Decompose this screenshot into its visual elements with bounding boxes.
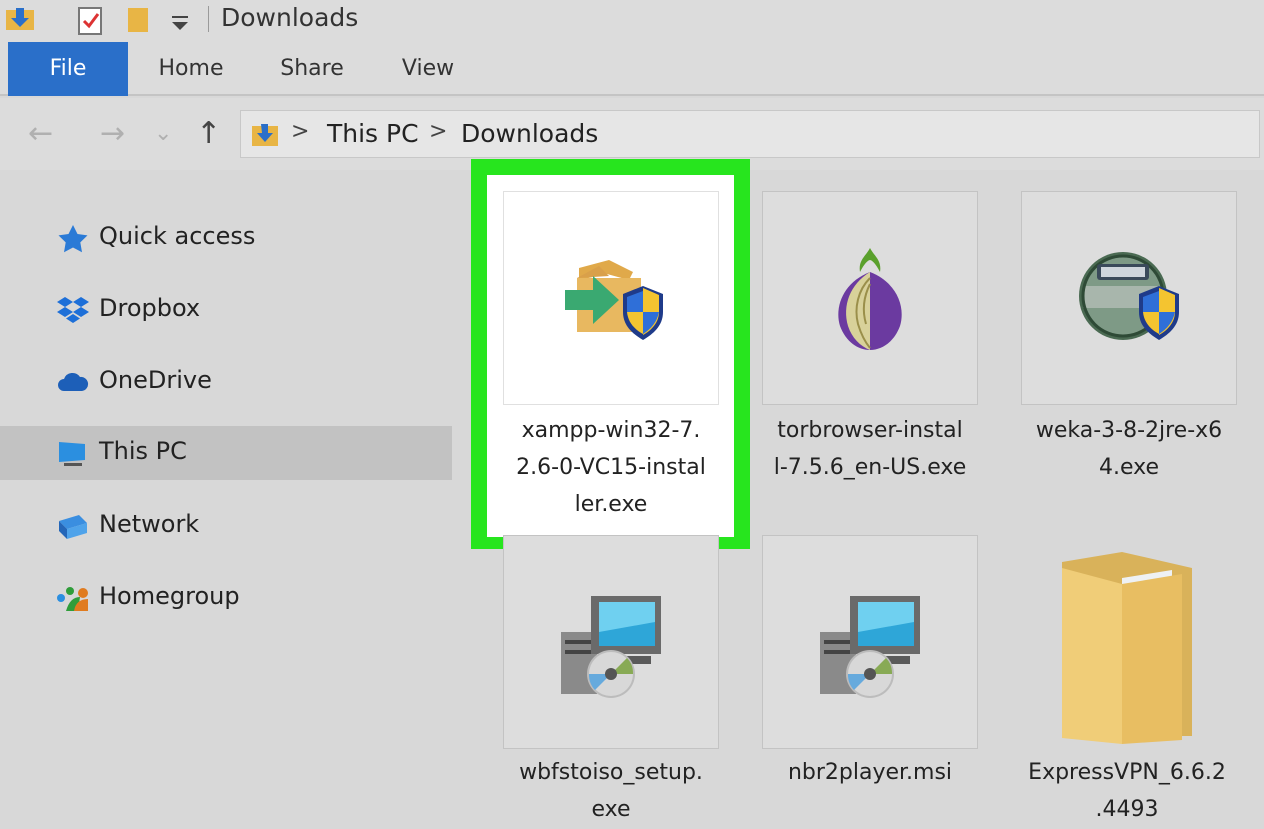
sidebar-item-network[interactable]: Network: [0, 499, 452, 553]
title-bar: Downloads: [0, 0, 1264, 42]
sidebar-item-dropbox[interactable]: Dropbox: [0, 283, 452, 337]
tab-home[interactable]: Home: [148, 42, 234, 96]
file-tile-xampp[interactable]: [503, 191, 719, 405]
file-name-line: nbr2player.msi: [787, 760, 953, 785]
setup-computer-disc-icon: [820, 596, 920, 698]
file-name-line: wbfstoiso_setup.: [519, 760, 703, 785]
homegroup-icon: [57, 587, 88, 611]
star-icon: [58, 225, 88, 253]
file-name-line: 2.6-0-VC15-instal: [516, 455, 706, 480]
ribbon: File Home Share View: [0, 42, 1264, 96]
nsis-installer-shield-icon: [1079, 252, 1179, 340]
sidebar-item-label: Homegroup: [99, 582, 240, 610]
breadcrumb-separator: >: [429, 119, 448, 144]
file-tile-nbr2player[interactable]: [762, 535, 978, 749]
sidebar-item-label: Network: [99, 510, 200, 538]
tab-view[interactable]: View: [392, 42, 464, 96]
properties-check-icon[interactable]: [74, 4, 108, 36]
file-name-wbfstoiso[interactable]: wbfstoiso_setup. exe: [501, 754, 721, 828]
file-name-nbr2player[interactable]: nbr2player.msi: [760, 754, 980, 791]
file-name-weka[interactable]: weka-3-8-2jre-x6 4.exe: [1019, 412, 1239, 486]
sidebar-item-quick-access[interactable]: Quick access: [0, 211, 452, 265]
address-bar[interactable]: > This PC > Downloads: [240, 110, 1260, 158]
folder-icon[interactable]: [1052, 548, 1202, 744]
network-icon: [59, 515, 87, 539]
recent-locations-button[interactable]: ⌄: [154, 114, 172, 154]
sidebar-item-this-pc[interactable]: This PC: [0, 426, 452, 480]
tab-file[interactable]: File: [8, 42, 128, 96]
tab-share[interactable]: Share: [272, 42, 352, 96]
file-name-xampp[interactable]: xampp-win32-7. 2.6-0-VC15-instal ler.exe: [501, 412, 721, 523]
sidebar-item-label: Dropbox: [99, 294, 201, 322]
file-name-line: .4493: [1095, 797, 1159, 822]
sidebar-item-label: Quick access: [99, 222, 256, 250]
new-folder-icon[interactable]: [124, 4, 154, 34]
breadcrumb-this-pc[interactable]: This PC: [327, 119, 419, 148]
sidebar-item-label: This PC: [99, 437, 187, 465]
computer-icon: [59, 442, 85, 466]
sidebar-item-homegroup[interactable]: Homegroup: [0, 571, 452, 625]
file-name-torbrowser[interactable]: torbrowser-instal l-7.5.6_en-US.exe: [760, 412, 980, 486]
file-name-line: exe: [591, 797, 631, 822]
customize-quick-access-icon[interactable]: [168, 12, 192, 34]
file-name-line: l-7.5.6_en-US.exe: [773, 455, 967, 480]
file-name-line: weka-3-8-2jre-x6: [1035, 418, 1223, 443]
file-tile-torbrowser[interactable]: [762, 191, 978, 405]
file-name-line: 4.exe: [1098, 455, 1160, 480]
breadcrumb-downloads[interactable]: Downloads: [461, 119, 598, 148]
dropbox-icon: [57, 297, 89, 323]
file-name-line: torbrowser-instal: [777, 418, 963, 443]
navigation-pane: Quick access Dropbox OneDrive This PC Ne…: [0, 170, 452, 829]
file-name-line: ler.exe: [574, 492, 648, 517]
file-name-line: xampp-win32-7.: [521, 418, 701, 443]
file-tile-weka[interactable]: [1021, 191, 1237, 405]
file-name-expressvpn[interactable]: ExpressVPN_6.6.2 .4493: [1017, 754, 1237, 828]
downloads-folder-icon: [252, 124, 278, 146]
title-separator: [208, 6, 209, 32]
up-button[interactable]: ↑: [196, 114, 221, 154]
installer-box-shield-icon: [565, 260, 663, 340]
window-title: Downloads: [221, 3, 359, 32]
cloud-icon: [58, 372, 89, 391]
tor-onion-icon: [838, 248, 902, 350]
file-name-line: ExpressVPN_6.6.2: [1028, 760, 1226, 785]
back-button[interactable]: ←: [28, 114, 53, 154]
setup-computer-disc-icon: [561, 596, 661, 698]
sidebar-item-label: OneDrive: [99, 366, 212, 394]
folder-down-icon[interactable]: [4, 4, 38, 34]
file-tile-wbfstoiso[interactable]: [503, 535, 719, 749]
sidebar-item-onedrive[interactable]: OneDrive: [0, 355, 452, 409]
breadcrumb-separator: >: [291, 119, 310, 144]
forward-button[interactable]: →: [100, 114, 125, 154]
